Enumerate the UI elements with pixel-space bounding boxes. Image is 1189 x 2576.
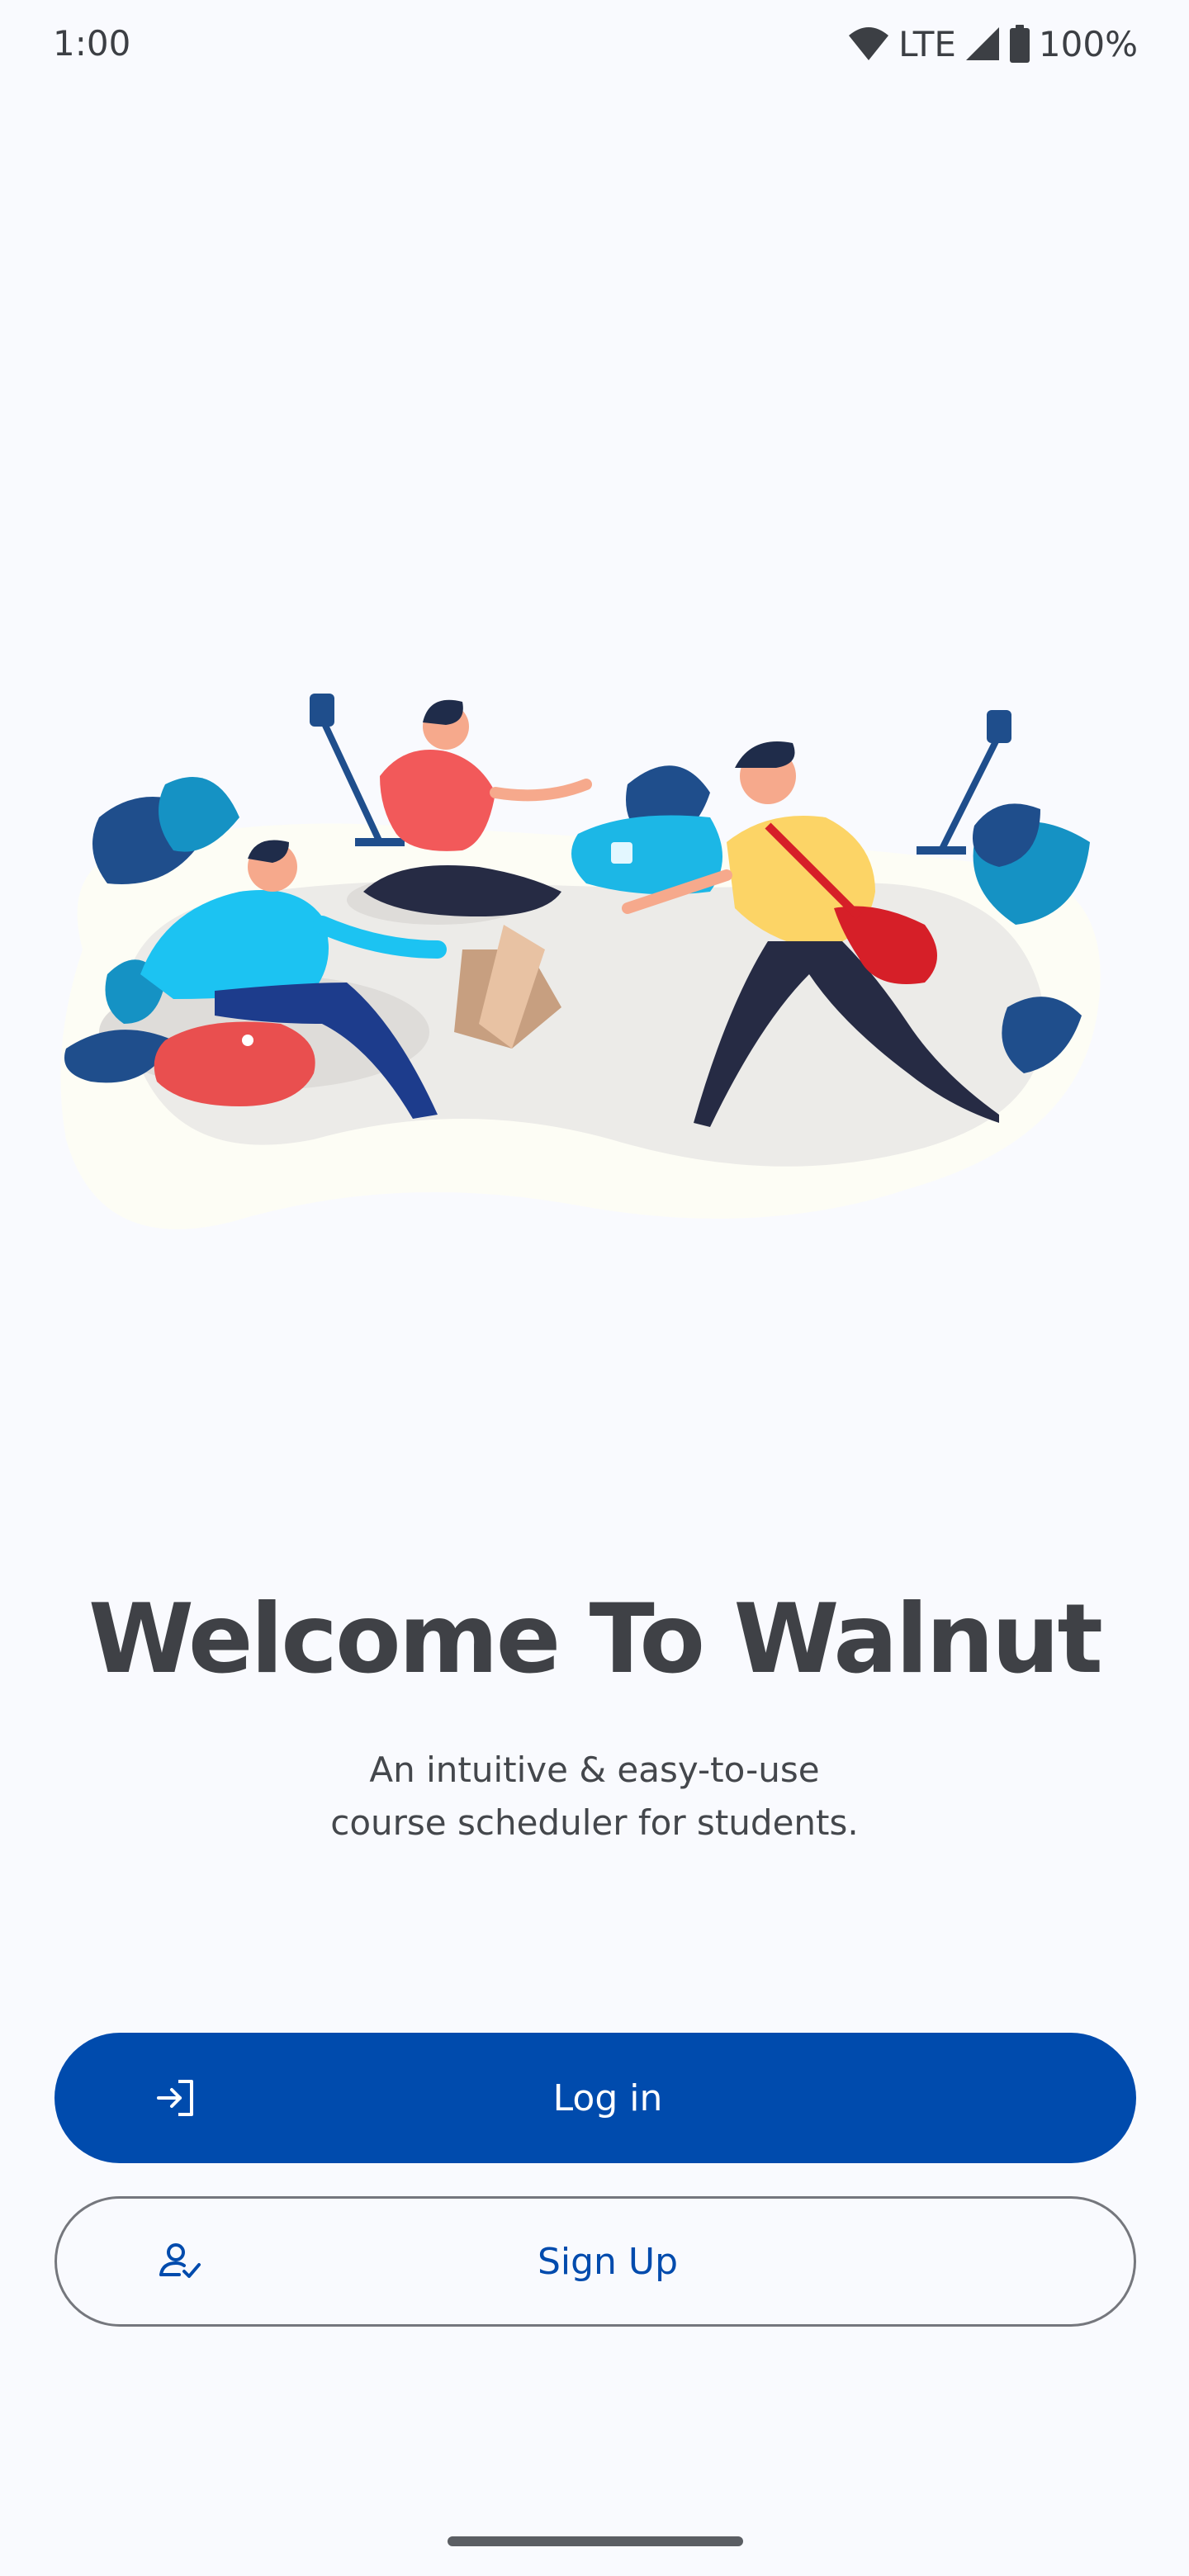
backpack-red-icon [154, 1021, 315, 1106]
signup-button[interactable]: Sign Up [54, 2196, 1136, 2327]
status-time: 1:00 [53, 23, 131, 64]
status-indicators: LTE 100% [847, 23, 1138, 64]
signup-button-label: Sign Up [537, 2240, 679, 2283]
battery-percent: 100% [1038, 23, 1138, 64]
welcome-title: Welcome To Walnut [88, 1584, 1103, 1695]
person-check-icon [159, 2243, 201, 2278]
login-button-label: Log in [552, 2076, 663, 2119]
welcome-subtitle: An intuitive & easy-to-use course schedu… [0, 1744, 1189, 1849]
battery-icon [1009, 25, 1030, 63]
subtitle-line-1: An intuitive & easy-to-use [369, 1750, 820, 1790]
welcome-screen: 1:00 LTE 100% Welcome To Walnut An intui… [0, 0, 1189, 2576]
wifi-icon [849, 27, 889, 60]
login-arrow-icon [157, 2080, 193, 2116]
subtitle-line-2: course scheduler for students. [330, 1802, 859, 1843]
home-indicator[interactable] [448, 2536, 743, 2546]
login-button[interactable]: Log in [54, 2033, 1136, 2163]
network-type: LTE [898, 23, 956, 64]
students-illustration [60, 694, 1101, 1229]
cell-signal-icon [965, 27, 999, 60]
status-bar: 1:00 LTE 100% [0, 0, 1189, 99]
